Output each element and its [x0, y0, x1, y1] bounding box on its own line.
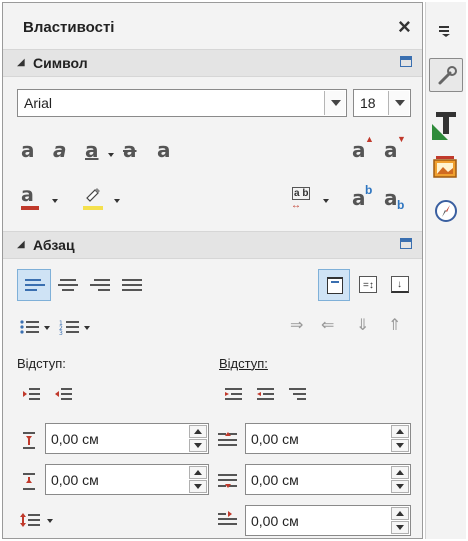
align-bottom-button[interactable]: ↓ — [385, 269, 415, 301]
first-line-indent-spinbox[interactable]: 0,00 см — [245, 505, 411, 536]
close-icon[interactable]: × — [398, 14, 411, 40]
after-text-value: 0,00 см — [51, 472, 99, 488]
subscript-icon[interactable]: a — [384, 186, 398, 210]
strikethrough-icon[interactable]: a — [123, 138, 137, 162]
highlight-icon[interactable] — [83, 186, 103, 204]
spin-up-button[interactable] — [391, 425, 409, 438]
move-up-arrow-icon[interactable]: ⇑ — [388, 315, 401, 335]
italic-icon[interactable]: a — [53, 138, 67, 162]
above-value: 0,00 см — [251, 431, 299, 447]
font-color-dropdown-icon[interactable] — [52, 199, 58, 203]
menu-icon[interactable] — [438, 24, 454, 38]
properties-panel: Властивості × ◢ Символ Arial 18 a a a a … — [2, 2, 423, 539]
navigator-icon[interactable] — [434, 199, 458, 223]
font-size-combobox[interactable]: 18 — [353, 89, 411, 117]
collapse-triangle-icon[interactable]: ◢ — [17, 239, 25, 250]
align-justify-button[interactable] — [117, 269, 147, 301]
hanging-indent-icon[interactable] — [289, 387, 307, 403]
align-center-vertical-button[interactable]: =↕ — [353, 269, 383, 301]
properties-tab[interactable] — [429, 58, 463, 92]
highlight-swatch — [83, 206, 103, 210]
spin-down-button[interactable] — [391, 480, 409, 493]
below-value: 0,00 см — [251, 472, 299, 488]
subscript-mark: b — [397, 198, 405, 212]
spin-up-button[interactable] — [391, 466, 409, 479]
panel-title: Властивості — [23, 19, 115, 36]
spin-down-button[interactable] — [189, 439, 207, 452]
styles-icon[interactable] — [430, 110, 460, 142]
underline-icon[interactable]: a — [85, 138, 99, 162]
character-spacing-dropdown-icon[interactable] — [323, 199, 329, 203]
first-line-value: 0,00 см — [251, 513, 299, 529]
grow-font-icon[interactable]: a — [352, 138, 366, 162]
more-options-icon[interactable] — [400, 238, 412, 249]
underline-dropdown-icon[interactable] — [108, 153, 114, 157]
shrink-font-icon[interactable]: a — [384, 138, 398, 162]
font-name-value: Arial — [24, 95, 53, 111]
svg-text:3: 3 — [59, 330, 63, 335]
text-effects-toolbar: a a a a a — [17, 137, 217, 167]
chevron-down-icon[interactable] — [388, 91, 409, 115]
line-spacing-dropdown-icon[interactable] — [47, 519, 53, 523]
promote-arrow-icon[interactable]: ⇐ — [321, 315, 334, 335]
increase-indent-icon[interactable] — [23, 387, 41, 403]
before-text-value: 0,00 см — [51, 431, 99, 447]
line-spacing-icon[interactable] — [20, 512, 42, 528]
grow-arrow-icon: ▲ — [365, 134, 374, 144]
sidebar-deck — [425, 2, 466, 539]
spin-up-button[interactable] — [189, 466, 207, 479]
bullet-list-dropdown-icon[interactable] — [44, 326, 50, 330]
character-spacing-icon[interactable]: a b ↔ — [291, 187, 315, 211]
numbered-list-dropdown-icon[interactable] — [84, 326, 90, 330]
font-color-icon[interactable]: a — [21, 184, 34, 206]
properties-icon — [436, 65, 458, 87]
below-paragraph-spinbox[interactable]: 0,00 см — [245, 464, 411, 495]
font-color-swatch — [21, 206, 39, 210]
indent-label-left: Відступ: — [17, 356, 66, 371]
align-top-button[interactable] — [318, 269, 350, 301]
shrink-arrow-icon: ▼ — [397, 134, 406, 144]
gallery-icon[interactable] — [432, 154, 460, 180]
bold-icon[interactable]: a — [21, 138, 35, 162]
spin-up-button[interactable] — [189, 425, 207, 438]
decrease-paragraph-spacing-icon[interactable] — [257, 387, 275, 403]
before-text-indent-spinbox[interactable]: 0,00 см — [45, 423, 209, 454]
highlight-dropdown-icon[interactable] — [114, 199, 120, 203]
symbol-section-title: Символ — [33, 55, 88, 71]
chevron-down-icon[interactable] — [324, 91, 345, 115]
above-paragraph-spinbox[interactable]: 0,00 см — [245, 423, 411, 454]
above-paragraph-spacing-icon — [218, 431, 238, 449]
align-right-button[interactable] — [85, 269, 115, 301]
shadow-icon[interactable]: a — [157, 138, 171, 162]
move-down-arrow-icon[interactable]: ⇓ — [356, 315, 369, 335]
bullet-list-icon[interactable] — [19, 319, 41, 335]
first-line-indent-icon — [218, 511, 238, 529]
increase-paragraph-spacing-icon[interactable] — [225, 387, 243, 403]
decrease-indent-icon[interactable] — [55, 387, 73, 403]
before-text-indent-icon — [21, 430, 37, 452]
indent-label-right: Відступ: — [219, 356, 268, 371]
spin-down-button[interactable] — [189, 480, 207, 493]
paragraph-section-header[interactable]: ◢ Абзац — [3, 231, 422, 259]
spin-down-button[interactable] — [391, 521, 409, 534]
align-left-button[interactable] — [17, 269, 51, 301]
font-size-value: 18 — [360, 95, 376, 111]
more-options-icon[interactable] — [400, 56, 412, 67]
align-center-button[interactable] — [53, 269, 83, 301]
symbol-section-header[interactable]: ◢ Символ — [3, 49, 422, 77]
superscript-mark: b — [365, 183, 373, 197]
spin-up-button[interactable] — [391, 507, 409, 520]
numbered-list-icon[interactable]: 123 — [59, 319, 81, 337]
collapse-triangle-icon[interactable]: ◢ — [17, 57, 25, 68]
after-text-indent-spinbox[interactable]: 0,00 см — [45, 464, 209, 495]
demote-arrow-icon[interactable]: ⇒ — [290, 315, 303, 335]
font-name-combobox[interactable]: Arial — [17, 89, 347, 117]
below-paragraph-spacing-icon — [218, 472, 238, 490]
paragraph-section-title: Абзац — [33, 237, 75, 253]
spin-down-button[interactable] — [391, 439, 409, 452]
after-text-indent-icon — [21, 471, 37, 493]
superscript-icon[interactable]: a — [352, 186, 366, 210]
